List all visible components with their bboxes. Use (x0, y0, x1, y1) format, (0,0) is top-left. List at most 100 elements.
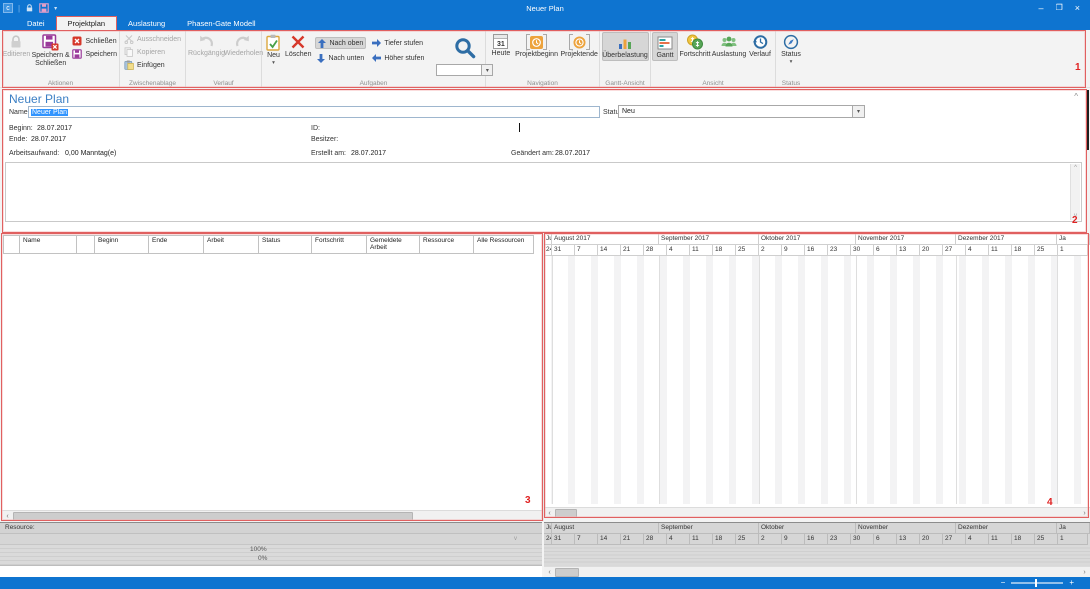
qat-save-icon[interactable] (39, 3, 49, 13)
status-combobox-value: Neu (619, 106, 852, 117)
status-combobox-dropdown-icon[interactable]: ▾ (852, 106, 864, 117)
gantt-body[interactable] (544, 256, 1090, 504)
auslastung-view-button[interactable]: Auslastung (712, 32, 746, 59)
einfuegen-button[interactable]: Einfügen (122, 59, 185, 71)
wiederholen-button[interactable]: Wiederholen (225, 32, 262, 58)
column-header (4, 236, 20, 254)
description-scrollbar[interactable]: ^ v (1070, 164, 1080, 220)
resource-selector-row[interactable]: v (0, 534, 542, 545)
close-button[interactable]: × (1075, 0, 1080, 16)
tab-datei[interactable]: Datei (16, 17, 56, 30)
fortschritt-label: Fortschritt (679, 51, 710, 59)
chevron-down-icon[interactable]: v (514, 536, 517, 542)
search-combobox[interactable]: ▾ (436, 64, 493, 76)
tiefer-stufen-label: Tiefer stufen (384, 40, 423, 47)
arrow-down-icon (317, 54, 325, 63)
ribbon: Editieren Speichern & Schließen Schließe… (0, 30, 1090, 88)
rueckgaengig-button[interactable]: Rückgängig (188, 32, 225, 58)
schliessen-button[interactable]: Schließen (70, 35, 119, 47)
scroll-up-icon[interactable]: ^ (1074, 165, 1077, 171)
scroll-left-icon[interactable]: ‹ (544, 508, 555, 519)
month-cell: November 2017 (856, 234, 956, 245)
scroll-left-icon[interactable]: ‹ (2, 511, 13, 522)
new-task-icon (266, 34, 281, 51)
nach-unten-button[interactable]: Nach unten (315, 52, 366, 64)
resource-panel-right: JuliAugustSeptemberOktoberNovemberDezemb… (544, 522, 1090, 577)
scroll-right-icon[interactable]: › (1079, 567, 1090, 578)
editieren-button[interactable]: Editieren (2, 32, 31, 59)
calendar-31-icon: 31 (493, 34, 508, 49)
ueberbelastung-label: Überbelastung (602, 52, 648, 60)
group-label-status: Status (776, 80, 806, 87)
paste-icon (124, 60, 134, 70)
search-icon[interactable] (453, 36, 477, 62)
tab-phasen-gate-modell[interactable]: Phasen-Gate Modell (176, 17, 266, 30)
collapse-panel-chevron[interactable]: ^ (1074, 92, 1078, 101)
month-cell: Dezember 2017 (956, 234, 1057, 245)
zoom-slider-thumb[interactable] (1035, 579, 1037, 587)
restore-button[interactable]: ❐ (1056, 0, 1063, 16)
gantt-hscrollbar[interactable]: ‹ › (544, 507, 1090, 518)
ausschneiden-button[interactable]: Ausschneiden (122, 33, 185, 45)
fortschritt-button[interactable]: Fortschritt (678, 32, 712, 59)
week-cell: 2 (759, 534, 782, 545)
description-textarea[interactable]: ^ v (5, 162, 1082, 222)
status-dropdown-caret[interactable]: ▾ (790, 60, 793, 66)
scroll-left-icon[interactable]: ‹ (544, 567, 555, 578)
erstellt-am-value: 28.07.2017 (351, 150, 386, 157)
neu-dropdown-caret[interactable]: ▾ (272, 61, 275, 67)
search-combobox-value[interactable] (437, 65, 481, 75)
column-header: Name (20, 236, 77, 254)
qat-customize-caret[interactable]: ▾ (54, 5, 57, 12)
resource-week-row: 2431714212841118252916233061320274111825… (544, 534, 1090, 545)
month-cell: Juli (544, 234, 552, 245)
week-cell: 11 (690, 534, 713, 545)
neu-button[interactable]: Neu ▾ (266, 32, 281, 67)
status-button[interactable]: Status ▾ (777, 32, 805, 66)
hoeher-stufen-button[interactable]: Höher stufen (370, 52, 426, 64)
resource-panel-left: Resource: v 100% 0% (0, 522, 542, 577)
nach-oben-button[interactable]: Nach oben (315, 37, 366, 49)
kopieren-button[interactable]: Kopieren (122, 46, 185, 58)
column-header: Arbeit (204, 236, 259, 254)
qat-lock-icon[interactable] (25, 3, 34, 13)
scroll-right-icon[interactable]: › (1079, 508, 1090, 519)
resource-hscrollbar[interactable]: ‹ › (544, 566, 1090, 577)
speichern-schliessen-button[interactable]: Speichern & Schließen (31, 32, 71, 68)
tab-auslastung[interactable]: Auslastung (117, 17, 176, 30)
ribbon-group-aktionen: Editieren Speichern & Schließen Schließe… (2, 30, 120, 88)
heute-button[interactable]: 31 Heute (488, 32, 514, 58)
month-cell: August 2017 (552, 234, 659, 245)
week-cell: 25 (736, 245, 759, 256)
zoom-out-button[interactable]: − (1001, 577, 1006, 589)
erstellt-am-label: Erstellt am: (311, 150, 346, 157)
ueberbelastung-button[interactable]: Überbelastung (602, 32, 649, 61)
gantt-scroll-thumb[interactable] (555, 509, 577, 518)
verlauf-view-button[interactable]: Verlauf (746, 32, 774, 59)
zoom-slider[interactable] (1011, 582, 1063, 584)
projektbeginn-icon (526, 34, 547, 50)
name-input-value: Neuer Plan (31, 109, 68, 116)
minimize-button[interactable]: – (1039, 0, 1044, 16)
ribbon-group-aufgaben: Neu ▾ Löschen Nach oben Nach unten (262, 30, 486, 88)
task-table-header: NameBeginnEndeArbeitStatusFortschrittGem… (3, 235, 534, 254)
ribbon-group-zwischenablage: Ausschneiden Kopieren Einfügen Zwischena… (120, 30, 186, 88)
tiefer-stufen-button[interactable]: Tiefer stufen (370, 37, 426, 49)
zoom-in-button[interactable]: + (1069, 577, 1074, 589)
name-input[interactable]: Neuer Plan (28, 106, 600, 118)
loeschen-button[interactable]: Löschen (285, 32, 311, 59)
title-bar: c | ▾ Neuer Plan – ❐ × (0, 0, 1090, 16)
projektbeginn-button[interactable]: Projektbeginn (514, 32, 560, 59)
status-combobox[interactable]: Neu ▾ (618, 105, 865, 118)
speichern-button[interactable]: Speichern (70, 48, 119, 60)
loeschen-label: Löschen (285, 51, 311, 59)
task-table-hscrollbar[interactable]: ‹ (2, 510, 542, 521)
besitzer-label: Besitzer: (311, 136, 338, 143)
scroll-down-icon[interactable]: v (1074, 213, 1077, 219)
tab-projektplan[interactable]: Projektplan (56, 16, 118, 30)
week-cell: 25 (1035, 534, 1058, 545)
task-table-scroll-thumb[interactable] (13, 512, 413, 521)
gantt-view-button[interactable]: Gantt (652, 32, 678, 61)
resource-scroll-thumb[interactable] (555, 568, 579, 577)
projektende-button[interactable]: Projektende (559, 32, 599, 59)
